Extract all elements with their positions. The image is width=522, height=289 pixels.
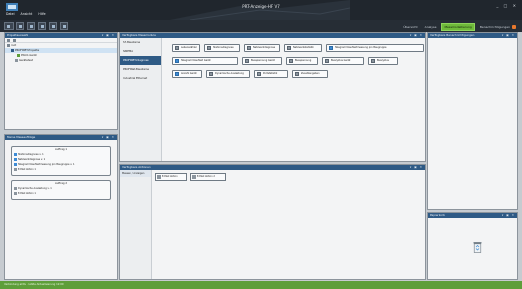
module-block[interactable]: Anzahl Gerät [172,70,202,78]
notification-badge [512,24,516,29]
window-controls[interactable]: _ □ ✕ [496,3,518,8]
module-icon [371,59,375,63]
module-icon [325,59,329,63]
action-chip[interactable]: E-Mail Aktion [155,173,187,181]
notifications-panel: Verfügbare Benachrichtigungen ▾ ▣ ✕ [427,32,518,210]
search-icon[interactable] [38,22,46,30]
actions-panel: Verfügbare Aktionen ▾ ▣ ✕ Messen / Anzeig… [119,164,426,280]
order-group-1[interactable]: Auftrag 1 Stationsdiagnose v. 1 Netzwerk… [11,146,111,176]
module-icon [14,153,17,156]
order-row[interactable]: E-Mail Aktion 1 [12,191,110,196]
tree-node-devicetest[interactable]: Gerätetest [5,58,117,63]
module-icon [329,46,333,50]
module-icon [295,72,299,76]
email-icon [157,175,161,179]
save-button[interactable] [27,22,35,30]
module-block[interactable]: Telegrammlaufzeitmessung pro Baugruppe [326,44,424,52]
module-icon [14,158,17,161]
menu-item-view[interactable]: Ansicht [21,12,33,16]
module-block[interactable]: Netzwerkstatistik [284,44,322,52]
tab-notifications[interactable]: Benachrichtigungen [478,24,518,30]
module-block[interactable]: Zusatzangaben [292,70,328,78]
module-block[interactable]: Portstatistik [254,70,288,78]
action-list-item[interactable]: Messen / Anzeigen [120,170,151,177]
actions-header: Verfügbare Aktionen ▾ ▣ ✕ [120,165,425,170]
project-panel: Projektauswahl ▾ ▣ ✕ root PROFINET-Projek… [4,32,118,130]
module-icon [175,72,179,76]
module-icon [14,187,17,190]
panel-controls[interactable]: ▾ ▣ ✕ [502,213,515,218]
title-decoration [170,0,350,20]
open-button[interactable] [16,22,24,30]
action-list: Messen / Anzeigen [120,170,152,279]
module-block[interactable]: Stationsdiagnose [204,44,240,52]
module-block[interactable]: Buszyklus [368,57,398,65]
category-s7[interactable]: S7-Bausteine [120,38,161,47]
module-icon [247,46,251,50]
email-icon [192,175,196,179]
measure-orders-panel: Meine Messaufträge ▾ ▣ ✕ Auftrag 1 Statio… [4,134,118,280]
toolbar: Übersicht Analyse Messmodellierung Benac… [0,20,522,32]
recycle-bin-icon[interactable] [473,241,482,253]
module-icon [287,46,291,50]
module-block[interactable]: Netzwerkdiagnose [244,44,280,52]
new-project-button[interactable] [4,22,14,30]
category-profinet-diagnose[interactable]: PROFINET-Diagnose [120,56,161,65]
folder-icon [7,43,10,47]
module-block[interactable]: Dynamische Auslastung [206,70,250,78]
email-icon [14,168,17,171]
project-icon [11,48,14,52]
module-block[interactable]: Lebenszähler [172,44,200,52]
refresh-icon[interactable] [49,22,57,30]
category-profinet-blocks[interactable]: PROFINet-Bausteine [120,65,161,74]
tab-measurement[interactable]: Messmodellierung [441,22,475,31]
module-icon [207,46,211,50]
device-icon [17,53,20,57]
module-icon [209,72,213,76]
module-icon [245,59,249,63]
title-bar: PRT-Anzeige-HF V7 _ □ ✕ Datei Ansicht Hi… [0,0,522,20]
module-icon [289,59,293,63]
menu-item-help[interactable]: Hilfe [38,12,45,16]
module-block[interactable]: Busspannung Gerät [242,57,282,65]
window-title: PRT-Anzeige-HF V7 [242,4,280,9]
expand-icon[interactable] [7,39,10,42]
order-group-2[interactable]: Auftrag 2 Dynamische Auslastung v. 1 E-M… [11,180,111,200]
filter-icon[interactable] [13,39,16,42]
tab-overview[interactable]: Übersicht [401,24,419,30]
category-industrial-ethernet[interactable]: Industrial Ethernet [120,74,161,83]
module-icon [14,163,17,166]
view-tabs: Übersicht Analyse Messmodellierung Benac… [401,22,518,31]
tab-analysis[interactable]: Analyse [423,24,439,30]
module-library-header: Verfügbare Messmodule ▾ ▣ ✕ [120,33,425,38]
recycle-bin-header: Papierkorb ▾ ▣ ✕ [428,213,517,218]
status-bar: Verbindung aktiv · letzte Aktualisierung… [0,281,522,289]
category-list: S7-Bausteine SINEMA PROFINET-Diagnose PR… [120,38,162,161]
module-icon [175,59,179,63]
email-icon [14,192,17,195]
notifications-body [428,38,517,209]
module-library-panel: Verfügbare Messmodule ▾ ▣ ✕ S7-Bausteine … [119,32,426,162]
module-block[interactable]: Telegrammlaufzeit Gerät [172,57,238,65]
module-block[interactable]: Buszyklus Gerät [322,57,364,65]
module-icon [257,72,261,76]
module-block[interactable]: Busspannung [286,57,318,65]
action-chip[interactable]: E-Mail Aktion 2 [190,173,226,181]
recycle-bin-panel: Papierkorb ▾ ▣ ✕ [427,212,518,280]
settings-icon[interactable] [60,22,68,30]
panel-controls[interactable]: ▾ ▣ ✕ [410,33,423,38]
category-sinema[interactable]: SINEMA [120,47,161,56]
panel-controls[interactable]: ▾ ▣ ✕ [410,165,423,170]
module-icon [175,46,179,50]
menu-bar: Datei Ansicht Hilfe [6,12,51,16]
order-row[interactable]: E-Mail Aktion 1 [12,167,110,172]
menu-item-file[interactable]: Datei [6,12,15,16]
device-icon [15,58,18,62]
